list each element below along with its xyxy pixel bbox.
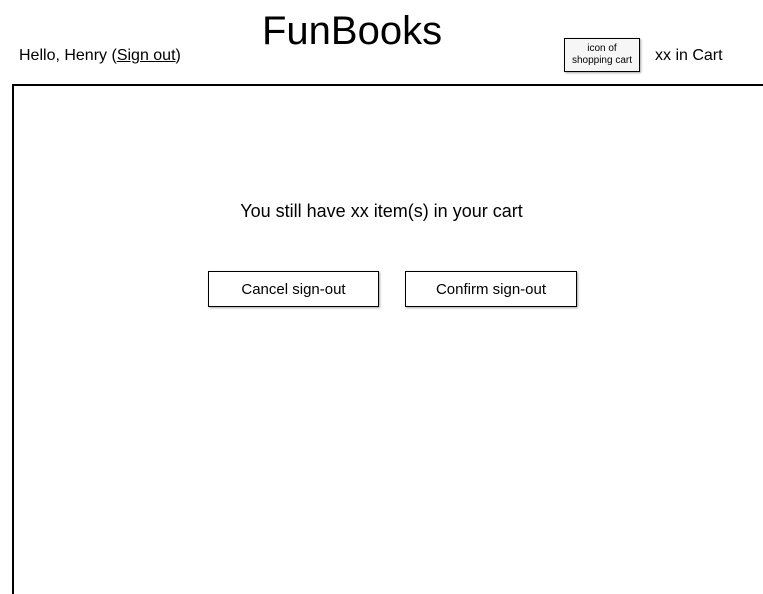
greeting-prefix: Hello, Henry ( xyxy=(19,47,117,64)
sign-out-link[interactable]: Sign out xyxy=(117,47,176,64)
content-panel xyxy=(12,84,763,594)
shopping-cart-icon[interactable]: icon of shopping cart xyxy=(564,38,640,72)
cart-warning-message: You still have xx item(s) in your cart xyxy=(240,201,523,221)
greeting-suffix: ) xyxy=(175,47,181,64)
user-greeting: Hello, Henry (Sign out) xyxy=(19,47,181,65)
confirm-sign-out-button[interactable]: Confirm sign-out xyxy=(405,271,577,307)
app-title: FunBooks xyxy=(262,9,443,53)
cart-count[interactable]: xx in Cart xyxy=(655,47,723,65)
cancel-sign-out-button[interactable]: Cancel sign-out xyxy=(208,271,379,307)
